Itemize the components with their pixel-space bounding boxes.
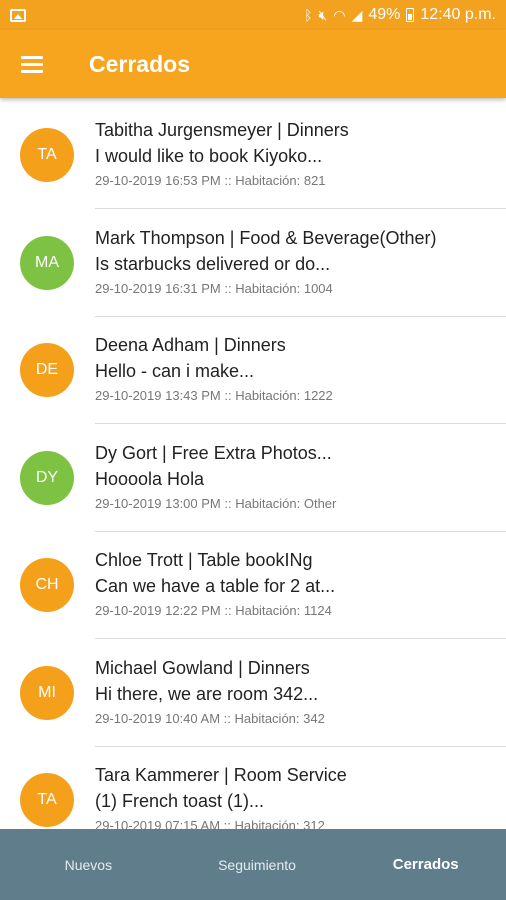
conversation-meta: 29-10-2019 10:40 AM :: Habitación: 342 [95, 710, 325, 726]
list-item[interactable]: DY Dy Gort | Free Extra Photos... Hooool​a… [0, 421, 506, 532]
conversation-meta: 29-10-2019 07:15 AM :: Habitación: 312 [95, 818, 325, 829]
conversation-meta: 29-10-2019 12:22 PM :: Habitación: 1124 [95, 603, 332, 618]
list-item[interactable]: TA Tabitha Jurgensmeyer | Dinners I would … [0, 98, 506, 209]
conversation-message: Can we have a table for 2 at... [95, 576, 336, 596]
conversation-title: Tabitha Jurgensmeyer | Dinners [95, 120, 349, 140]
list-item[interactable]: CH Chloe Trott | Table bookINg Can we have… [0, 528, 506, 639]
conversation-list[interactable]: TA Tabitha Jurgensmeyer | Dinners I would … [0, 98, 506, 829]
bottom-navigation: Nuevos Seguimiento Cerrados [0, 829, 506, 900]
tab-cerrados[interactable]: Cerrados [337, 829, 506, 900]
status-bar: ᛒ 🔇︎ ◠ ◢ 49% 12:40 p.m. [0, 0, 506, 30]
mute-icon: 🔇︎ [318, 7, 328, 23]
wifi-icon: ◠ [333, 7, 346, 23]
list-item[interactable]: DE Deena Adham | Dinners Hello - can i mak… [0, 313, 506, 424]
hamburger-menu-icon[interactable] [0, 30, 64, 98]
conversation-meta: 29-10-2019 13:43 PM :: Habitación: 1222 [95, 388, 333, 403]
status-time: 12:40 p.m. [420, 6, 496, 23]
app-bar: Cerrados [0, 30, 506, 98]
conversation-meta: 29-10-2019 16:31 PM :: Habitación: 1004 [95, 280, 333, 296]
tab-nuevos[interactable]: Nuevos [0, 829, 169, 900]
conversation-title: Chloe Trott | Table bookINg [95, 550, 313, 570]
avatar: MI [20, 665, 74, 720]
avatar: TA [20, 773, 74, 827]
conversation-message: Hi there, we are room 342... [95, 683, 319, 704]
battery-icon [406, 8, 415, 22]
avatar: MA [20, 235, 74, 290]
conversation-title: Deena Adham | Dinners [95, 335, 286, 355]
image-icon [10, 8, 26, 22]
list-item[interactable]: TA Tara Kammerer | Room Service (1) French… [0, 743, 506, 829]
avatar: TA [20, 128, 74, 182]
conversation-meta: 29-10-2019 13:00 PM :: Habitación: Other [95, 495, 337, 511]
conversation-message: Is starbucks delivered or do... [95, 253, 331, 274]
page-title: Cerrados [89, 50, 190, 77]
tab-seguimiento[interactable]: Seguimiento [169, 829, 338, 900]
conversation-meta: 29-10-2019 16:53 PM :: Habitación: 821 [95, 173, 326, 188]
conversation-title: Dy Gort | Free Extra Photos... [95, 442, 332, 463]
conversation-title: Mark Thompson | Food & Beverage(Other) [95, 227, 437, 248]
list-item[interactable]: MA Mark Thompson | Food & Beverage(Other)… [0, 206, 506, 317]
conversation-message: Hooool​a Hola [95, 468, 205, 489]
conversation-title: Tara Kammerer | Room Service [95, 765, 347, 785]
avatar: CH [20, 558, 74, 612]
bluetooth-icon: ᛒ [304, 7, 313, 23]
list-item[interactable]: MI Michael Gowland | Dinners Hi there, we … [0, 636, 506, 747]
battery-percent: 49% [368, 6, 401, 23]
conversation-message: I would like to book Kiyoko... [95, 146, 323, 166]
conversation-message: Hello - can i make... [95, 361, 255, 381]
conversation-title: Michael Gowland | Dinners [95, 657, 310, 678]
avatar: DE [20, 343, 74, 397]
signal-icon: ◢ [351, 7, 363, 23]
conversation-message: (1) French toast (1)... [95, 791, 265, 811]
avatar: DY [20, 450, 74, 505]
